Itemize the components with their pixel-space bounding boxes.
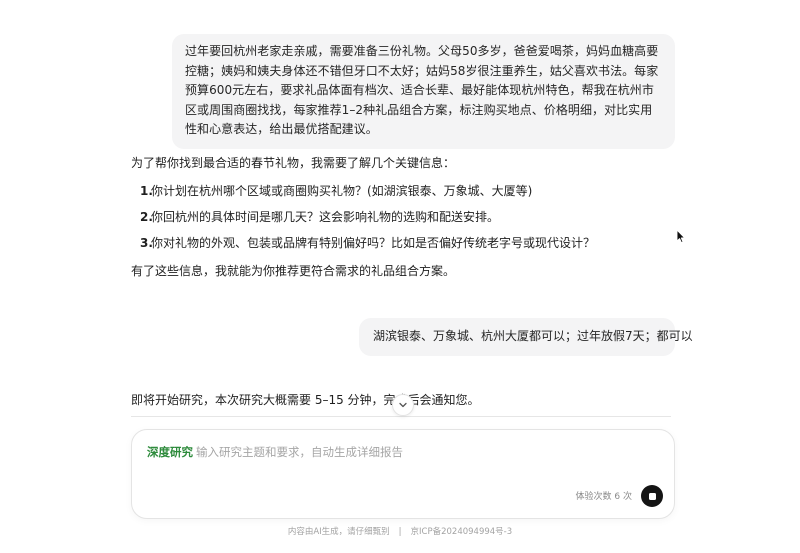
question-list: 1. 你计划在杭州哪个区域或商圈购买礼物？(如湖滨银泰、万象城、大厦等) 2. … <box>131 181 671 253</box>
question-number: 3. <box>140 236 153 250</box>
mouse-cursor-icon <box>676 229 686 244</box>
question-number: 1. <box>140 184 153 198</box>
question-item: 2. 你回杭州的具体时间是哪几天？这会影响礼物的选购和配送安排。 <box>131 207 671 227</box>
scroll-to-bottom-button[interactable] <box>392 394 414 416</box>
chevron-down-icon <box>399 402 407 408</box>
ai-disclaimer-text: 内容由AI生成，请仔细甄别 <box>287 527 390 537</box>
research-status-text: 即将开始研究，本次研究大概需要 5–15 分钟，完成后会通知您。 <box>131 393 480 407</box>
research-topic-input[interactable] <box>196 443 656 461</box>
stop-icon <box>648 492 656 500</box>
usage-count-text: 体验次数 6 次 <box>575 492 632 502</box>
assistant-message: 为了帮你找到最合适的春节礼物，我需要了解几个关键信息： 1. 你计划在杭州哪个区… <box>131 153 671 281</box>
question-item: 3. 你对礼物的外观、包装或品牌有特别偏好吗？比如是否偏好传统老字号或现代设计？ <box>131 233 671 253</box>
question-item: 1. 你计划在杭州哪个区域或商圈购买礼物？(如湖滨银泰、万象城、大厦等) <box>131 181 671 201</box>
divider <box>131 416 671 417</box>
user-message-bubble: 过年要回杭州老家走亲戚，需要准备三份礼物。父母50多岁，爸爸爱喝茶，妈妈血糖高要… <box>172 34 675 149</box>
chat-page: 过年要回杭州老家走亲戚，需要准备三份礼物。父母50多岁，爸爸爱喝茶，妈妈血糖高要… <box>0 0 800 553</box>
question-text: 你对礼物的外观、包装或品牌有特别偏好吗？比如是否偏好传统老字号或现代设计？ <box>151 236 596 250</box>
icp-link[interactable]: 京ICP备2024094994号-3 <box>411 527 513 537</box>
composer-box: 深度研究 体验次数 6 次 <box>131 429 675 519</box>
user-message-text: 湖滨银泰、万象城、杭州大厦都可以；过年放假7天；都可以 <box>373 329 693 343</box>
footer-separator: | <box>398 527 402 537</box>
user-message-bubble: 湖滨银泰、万象城、杭州大厦都可以；过年放假7天；都可以 <box>359 318 693 356</box>
question-number: 2. <box>140 210 153 224</box>
footer: 内容由AI生成，请仔细甄别 | 京ICP备2024094994号-3 <box>0 525 800 539</box>
question-text: 你回杭州的具体时间是哪几天？这会影响礼物的选购和配送安排。 <box>151 210 500 224</box>
assistant-intro-text: 为了帮你找到最合适的春节礼物，我需要了解几个关键信息： <box>131 156 456 170</box>
assistant-outro-text: 有了这些信息，我就能为你推荐更符合需求的礼品组合方案。 <box>131 264 456 278</box>
deep-research-mode-label[interactable]: 深度研究 <box>147 444 193 460</box>
stop-button[interactable] <box>641 485 663 507</box>
question-text: 你计划在杭州哪个区域或商圈购买礼物？(如湖滨银泰、万象城、大厦等) <box>151 184 533 198</box>
user-message-text: 过年要回杭州老家走亲戚，需要准备三份礼物。父母50多岁，爸爸爱喝茶，妈妈血糖高要… <box>185 44 659 136</box>
